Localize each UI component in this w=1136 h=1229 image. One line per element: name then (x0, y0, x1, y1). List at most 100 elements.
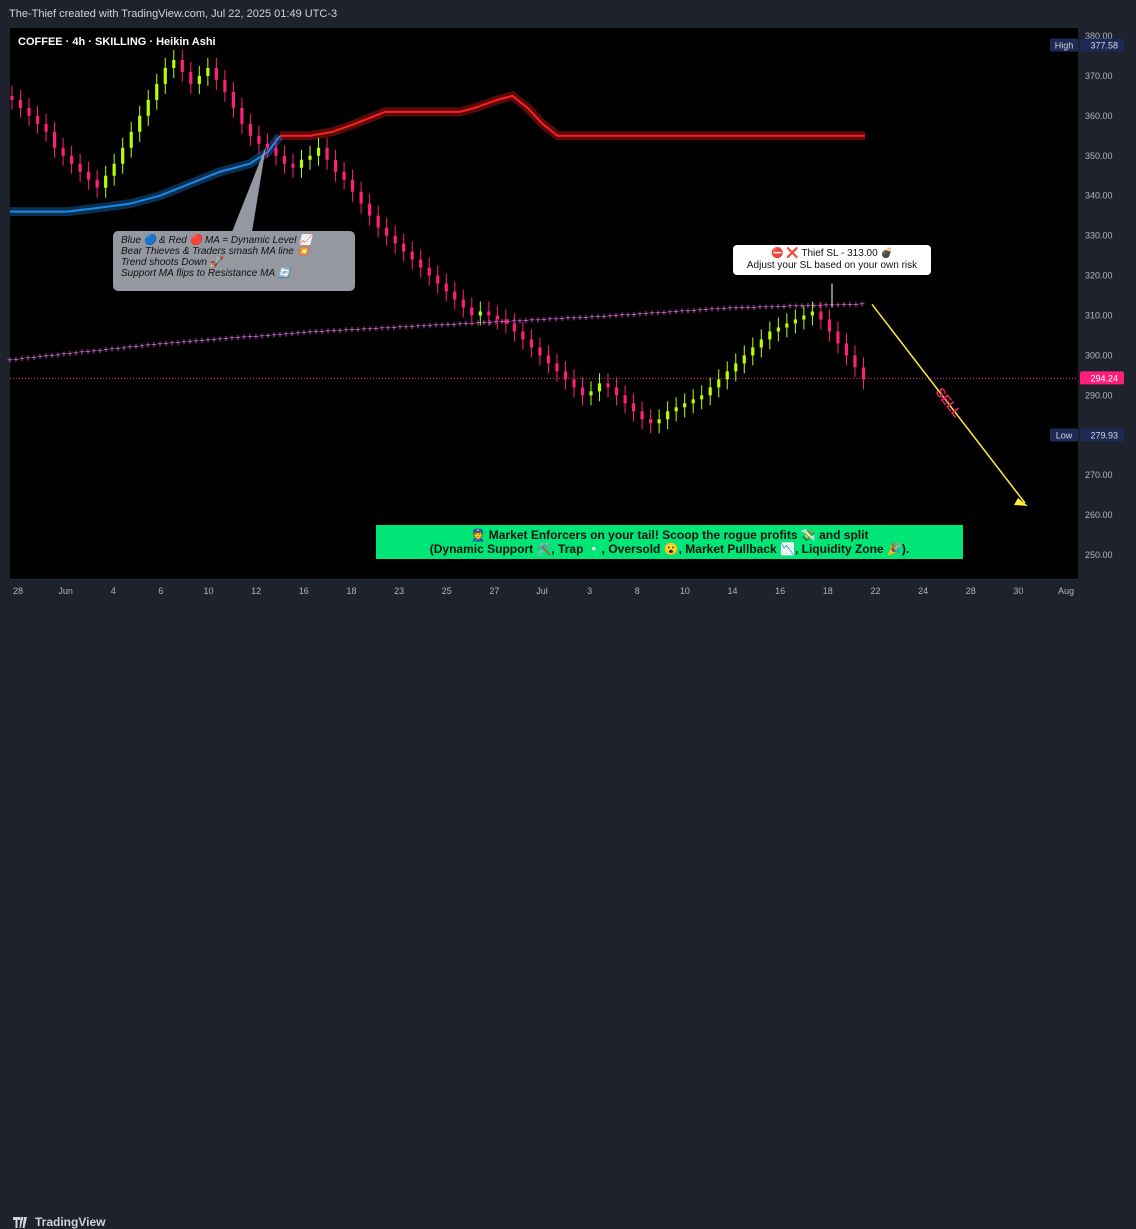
candle-body (240, 107, 244, 124)
sell-arrow-head (1014, 498, 1028, 506)
candle-body (393, 235, 397, 244)
sl-line-1: ⛔ ❌ Thief SL - 313.00 💣 (771, 248, 893, 259)
x-tick-label: Aug (1058, 586, 1074, 596)
candle-body (231, 91, 235, 108)
x-tick-label: 6 (158, 586, 163, 596)
banner-line-1: 👮 Market Enforcers on your tail! Scoop t… (470, 528, 869, 542)
candle-body (725, 371, 729, 380)
blue-ma-line (10, 135, 281, 213)
candle-body (427, 267, 431, 276)
low-price-tag-value: 279.93 (1090, 431, 1118, 441)
candle-body (580, 387, 585, 396)
candle-body (742, 355, 746, 364)
candle-body (606, 383, 610, 388)
candle-body (589, 391, 593, 396)
candle-body (87, 171, 91, 180)
y-tick-label: 250.00 (1085, 550, 1113, 560)
y-tick-label: 290.00 (1085, 390, 1113, 400)
candle-body (35, 115, 40, 124)
candle-body (444, 283, 448, 292)
candle-body (453, 291, 457, 300)
candle-body (282, 155, 287, 164)
chart-title: COFFEE · 4h · SKILLING · Heikin Ashi (18, 36, 216, 48)
candle-body (623, 395, 627, 404)
candle-body (189, 71, 193, 84)
candle-body (683, 403, 687, 408)
x-tick-label: 10 (680, 586, 690, 596)
candle-body (768, 331, 772, 340)
tradingview-label: TradingView (35, 1215, 106, 1229)
candle-body (350, 179, 355, 192)
candle-body (631, 403, 636, 412)
tradingview-brand[interactable]: TradingView (13, 1215, 105, 1229)
candle-body (708, 387, 712, 396)
candle-body (402, 243, 406, 252)
candle-body (78, 163, 82, 172)
x-tick-label: 14 (728, 586, 738, 596)
candle-body (478, 311, 482, 316)
callout-line-1: Blue 🔵 & Red 🔴 MA = Dynamic Level 📈 (121, 235, 312, 246)
ma-callout: Blue 🔵 & Red 🔴 MA = Dynamic Level 📈 Bear… (113, 231, 355, 291)
y-tick-label: 330.00 (1085, 231, 1113, 241)
candle-body (121, 147, 125, 164)
candle-body (776, 327, 780, 332)
candle-body (691, 399, 695, 404)
candle-body (717, 379, 721, 388)
candle-body (112, 163, 116, 176)
x-tick-label: 18 (823, 586, 833, 596)
banner-line-2: (Dynamic Support 🛠️, Trap ▫️, Oversold 😮… (429, 542, 910, 556)
candle-body (785, 323, 789, 328)
candle-body (172, 59, 176, 68)
x-tick-label: 8 (635, 586, 640, 596)
last-price-tag-value: 294.24 (1090, 373, 1118, 383)
x-tick-label: 12 (251, 586, 261, 596)
candle-body (299, 159, 304, 168)
x-tick-label: 23 (394, 586, 404, 596)
x-tick-label: 28 (13, 586, 23, 596)
candle-body (470, 307, 474, 316)
candle-body (248, 123, 253, 136)
candle-body (95, 179, 99, 188)
candle-body (555, 363, 559, 372)
candle-body (836, 331, 840, 344)
candle-body (368, 203, 372, 216)
x-tick-label: 27 (489, 586, 499, 596)
x-tick-label: 16 (775, 586, 785, 596)
x-tick-label: 25 (442, 586, 452, 596)
sl-line-2: Adjust your SL based on your own risk (746, 260, 918, 271)
callout-line-3: Trend shoots Down 🚀 (121, 257, 223, 268)
x-tick-label: Jun (58, 586, 73, 596)
x-tick-label: Jul (536, 586, 548, 596)
candle-body (333, 159, 338, 172)
y-tick-label: 350.00 (1085, 151, 1113, 161)
candle-body (274, 147, 278, 156)
callout-line-4: Support MA flips to Resistance MA 🔄 (121, 268, 290, 279)
candle-body (819, 311, 823, 320)
candle-body (342, 171, 346, 180)
candle-body (657, 419, 661, 424)
x-tick-label: 16 (299, 586, 309, 596)
candle-body (419, 259, 423, 268)
candle-body (802, 315, 806, 320)
candle-body (206, 67, 210, 76)
footer: TradingView (0, 602, 1136, 1229)
candle-body (853, 355, 857, 368)
candle-body (308, 155, 312, 160)
candle-body (666, 411, 670, 420)
tradingview-logo-icon (13, 1216, 30, 1228)
candle-body (61, 147, 65, 156)
candle-body (734, 363, 738, 372)
callout-line-2: Bear Thieves & Traders smash MA line 💥 (121, 246, 310, 257)
x-tick-label: 10 (204, 586, 214, 596)
candle-body (70, 155, 74, 164)
candle-body (325, 147, 329, 160)
enforcers-banner: 👮 Market Enforcers on your tail! Scoop t… (376, 525, 963, 559)
candle-body (793, 319, 797, 324)
high-price-tag-value: 377.58 (1090, 41, 1118, 51)
candle-body (844, 343, 849, 356)
candle-body (214, 67, 218, 80)
candle-body (546, 355, 551, 364)
candle-body (18, 99, 23, 108)
y-tick-label: 310.00 (1085, 310, 1113, 320)
x-tick-label: 28 (966, 586, 976, 596)
